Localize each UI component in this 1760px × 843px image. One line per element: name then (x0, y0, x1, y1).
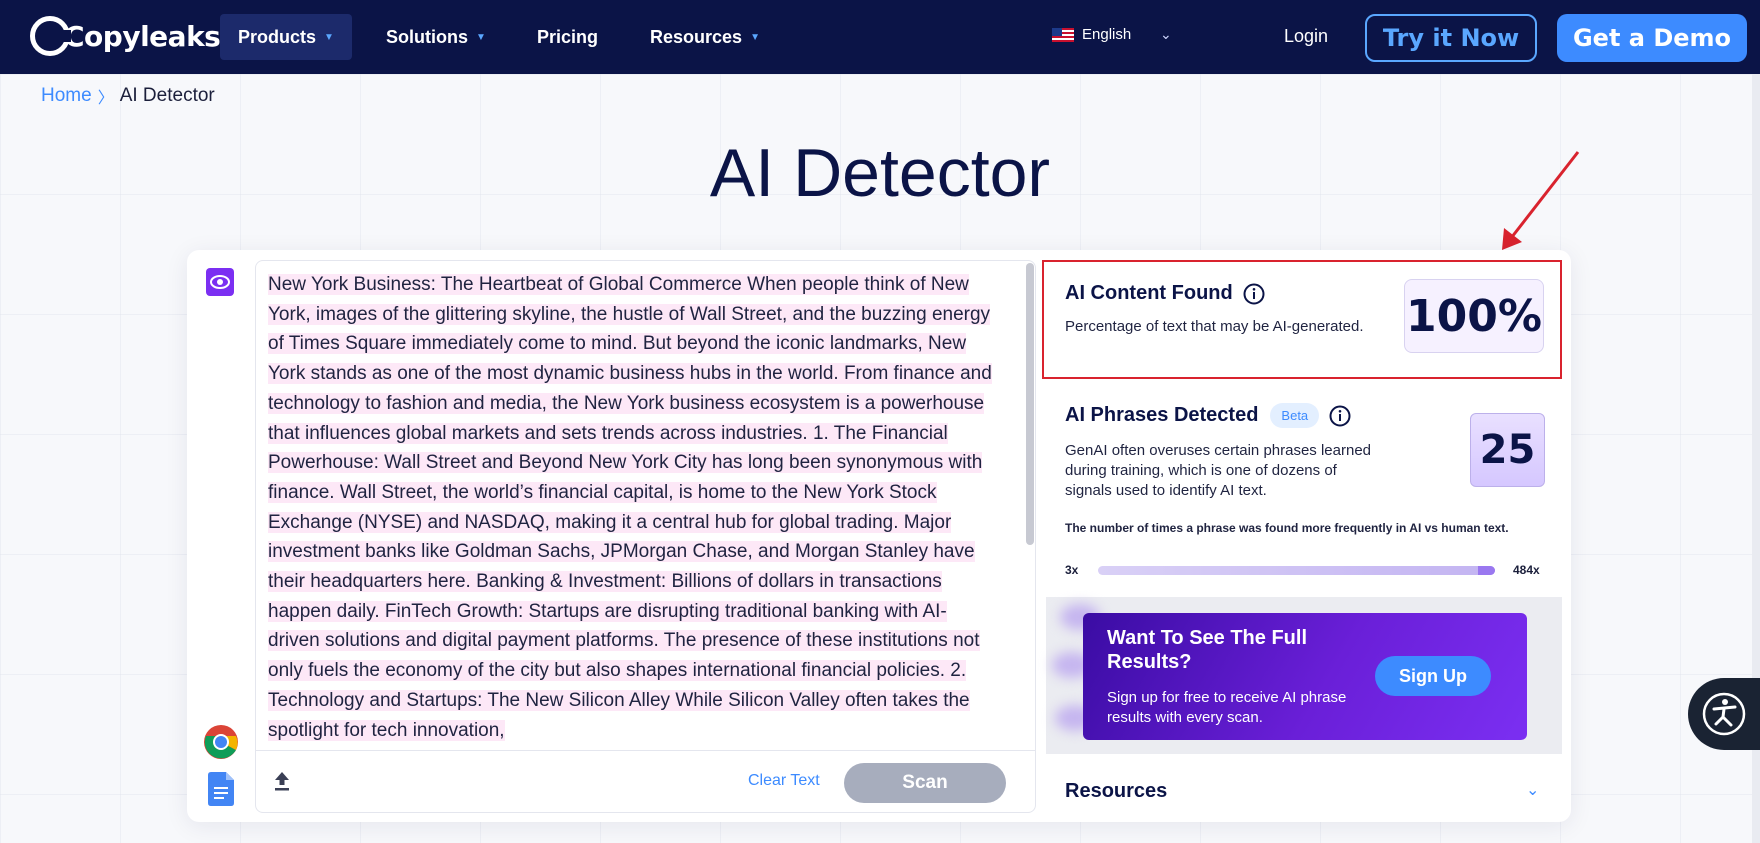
range-min-label: 3x (1065, 563, 1079, 577)
chrome-icon[interactable] (203, 724, 239, 760)
scan-button[interactable]: Scan (844, 763, 1006, 803)
breadcrumb: Home 〉 AI Detector (41, 84, 215, 108)
frequency-range-bar (1098, 566, 1495, 575)
chevron-down-icon[interactable]: ⌄ (1526, 780, 1539, 800)
editor-scrollbar[interactable] (1026, 263, 1034, 545)
nav-item-label: Resources (650, 26, 743, 47)
promo-subtitle: Sign up for free to receive AI phrase re… (1107, 689, 1347, 726)
nav-item-products[interactable]: Products ▼ (220, 14, 352, 60)
frequency-range-end (1478, 566, 1495, 575)
eye-icon[interactable] (206, 268, 234, 296)
top-navigation: Copyleaks Products ▼ Solutions ▼ Pricing… (0, 0, 1760, 74)
nav-item-solutions[interactable]: Solutions ▼ (368, 14, 504, 60)
beta-badge: Beta (1270, 403, 1320, 428)
info-icon[interactable] (1243, 283, 1265, 305)
language-label: English (1082, 26, 1132, 43)
caret-down-icon: ▼ (750, 31, 760, 43)
frequency-note: The number of times a phrase was found m… (1065, 521, 1509, 535)
ai-percentage-score: 100% (1404, 279, 1544, 353)
breadcrumb-current: AI Detector (119, 85, 215, 106)
clear-text-button[interactable]: Clear Text (748, 772, 820, 790)
nav-item-pricing[interactable]: Pricing (519, 14, 616, 60)
range-max-label: 484x (1513, 563, 1540, 577)
ai-content-found-subtitle: Percentage of text that may be AI-genera… (1065, 318, 1364, 335)
us-flag-icon (1052, 27, 1074, 42)
caret-down-icon: ▼ (324, 31, 334, 43)
accessibility-button[interactable] (1688, 678, 1760, 750)
copyleaks-logo[interactable]: Copyleaks (30, 14, 221, 58)
language-selector[interactable]: English (1052, 26, 1131, 43)
nav-item-resources[interactable]: Resources ▼ (632, 14, 778, 60)
ai-content-found-label: AI Content Found (1065, 282, 1233, 304)
red-arrow-annotation-icon (1502, 151, 1580, 250)
resources-accordion[interactable]: Resources (1065, 780, 1167, 803)
ai-phrases-label: AI Phrases Detected (1065, 404, 1259, 426)
breadcrumb-separator: 〉 (97, 90, 114, 107)
info-icon[interactable] (1329, 405, 1351, 427)
nav-item-label: Products (238, 26, 317, 47)
ai-phrases-count: 25 (1470, 413, 1545, 487)
highlighted-text: New York Business: The Heartbeat of Glob… (268, 274, 992, 741)
editor-text-content[interactable]: New York Business: The Heartbeat of Glob… (268, 270, 998, 746)
breadcrumb-home[interactable]: Home (41, 85, 92, 107)
login-link[interactable]: Login (1284, 26, 1328, 47)
google-docs-icon[interactable] (208, 772, 234, 806)
chevron-down-icon[interactable]: ⌄ (1160, 26, 1172, 43)
nav-item-label: Pricing (537, 26, 599, 47)
sign-up-button[interactable]: Sign Up (1375, 656, 1491, 696)
upload-icon[interactable] (272, 770, 292, 792)
try-it-now-button[interactable]: Try it Now (1365, 14, 1537, 62)
logo-ring-icon (30, 16, 71, 56)
caret-down-icon: ▼ (476, 31, 486, 43)
promo-title: Want To See The Full Results? (1107, 627, 1307, 673)
ai-phrases-description: GenAI often overuses certain phrases lea… (1065, 442, 1372, 499)
ai-content-found-title: AI Content Found (1065, 282, 1265, 305)
get-a-demo-button[interactable]: Get a Demo (1557, 14, 1747, 62)
logo-text: Copyleaks (64, 19, 221, 53)
nav-item-label: Solutions (386, 26, 468, 47)
accessibility-icon (1702, 692, 1746, 736)
ai-phrases-title: AI Phrases Detected Beta (1065, 403, 1351, 428)
